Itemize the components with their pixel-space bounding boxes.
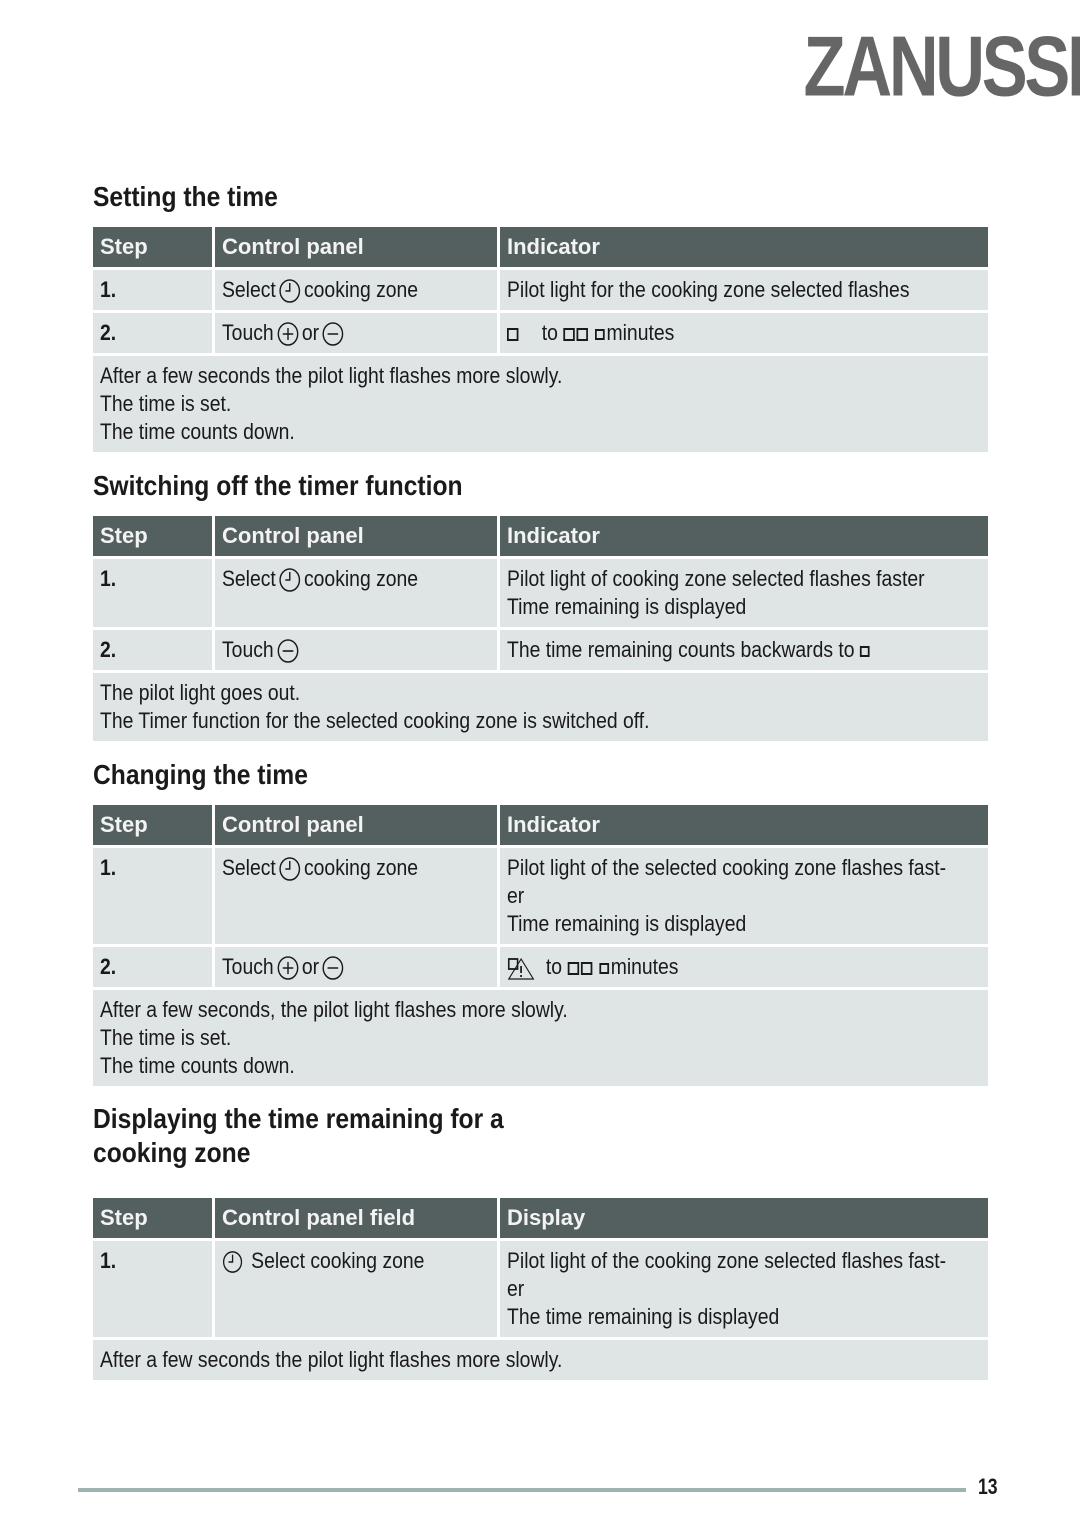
plus-icon: [276, 321, 299, 347]
step-number: 1.: [93, 556, 215, 627]
display-digit-icon: [576, 327, 588, 341]
warning-digit-icon: [507, 958, 535, 980]
minus-icon: [322, 321, 345, 347]
column-header-indicator: Indicator: [500, 516, 988, 556]
section-displaying-time-remaining: Displaying the time remaining for a cooki…: [93, 1102, 988, 1380]
control-cell: Select cooking zone: [215, 845, 500, 944]
indicator-cell: to minutes: [500, 310, 988, 354]
table-row: 1. Select cooking zone Pilot light for th…: [93, 267, 988, 311]
timer-icon: [278, 856, 301, 882]
table-row: 2. Touch The time remaining counts backw…: [93, 627, 988, 671]
table-row: 2. Touch or to minutes: [93, 310, 988, 354]
table-note-row: After a few seconds the pilot light flas…: [93, 353, 988, 453]
column-header-step: Step: [93, 516, 215, 556]
timer-icon: [278, 567, 301, 593]
note-cell: The pilot light goes out. The Timer func…: [93, 670, 988, 742]
section-switching-off-timer: Switching off the timer function Step Co…: [93, 469, 988, 742]
column-header-indicator: Indicator: [500, 805, 988, 845]
control-cell: Touch or: [215, 310, 500, 354]
timer-icon: [278, 278, 301, 304]
step-number: 1.: [93, 267, 215, 311]
section-title: Displaying the time remaining for a cooki…: [93, 1103, 504, 1168]
indicator-cell: Pilot light for the cooking zone selecte…: [500, 267, 988, 311]
column-header-step: Step: [93, 805, 215, 845]
footer-rule: [78, 1488, 966, 1492]
section-title: Setting the time: [93, 181, 278, 212]
display-digit-icon: [580, 961, 593, 975]
step-number: 1.: [93, 1238, 215, 1337]
page-number: 13: [978, 1474, 998, 1499]
indicator-cell: Pilot light of the cooking zone selected…: [500, 1238, 988, 1337]
table-row: 2. Touch or to minutes: [93, 944, 988, 988]
step-number: 2.: [93, 627, 215, 671]
steps-table: Step Control panel Indicator 1. Select co…: [93, 805, 988, 1087]
minus-icon: [322, 955, 345, 981]
minus-icon: [276, 638, 299, 664]
table-note-row: The pilot light goes out. The Timer func…: [93, 670, 988, 742]
section-setting-the-time: Setting the time Step Control panel Indi…: [93, 180, 988, 453]
step-number: 2.: [93, 310, 215, 354]
indicator-cell: to minutes: [500, 944, 988, 988]
display-digit-icon: [563, 327, 575, 341]
steps-table: Step Control panel Indicator 1. Select co…: [93, 227, 988, 453]
table-header-row: Step Control panel Indicator: [93, 227, 988, 267]
section-title: Changing the time: [93, 759, 308, 790]
table-row: 1. Select cooking zone Pilot light of coo…: [93, 556, 988, 627]
column-header-control-panel: Control panel: [215, 516, 500, 556]
note-cell: After a few seconds the pilot light flas…: [93, 353, 988, 453]
control-cell: Touch: [215, 627, 500, 671]
table-header-row: Step Control panel Indicator: [93, 516, 988, 556]
column-header-control-panel: Control panel: [215, 805, 500, 845]
table-header-row: Step Control panel Indicator: [93, 805, 988, 845]
timer-icon: [222, 1250, 243, 1274]
table-note-row: After a few seconds, the pilot light fla…: [93, 987, 988, 1087]
indicator-cell: Pilot light of cooking zone selected fla…: [500, 556, 988, 627]
control-cell: Touch or: [215, 944, 500, 988]
steps-table: Step Control panel Indicator 1. Select co…: [93, 516, 988, 742]
indicator-cell: Pilot light of the selected cooking zone…: [500, 845, 988, 944]
table-header-row: Step Control panel field Display: [93, 1198, 988, 1238]
steps-table: Step Control panel field Display 1. Sele…: [93, 1198, 988, 1380]
display-digit-icon: [599, 962, 609, 974]
column-header-display: Display: [500, 1198, 988, 1238]
display-digit-icon: [567, 961, 579, 975]
column-header-control-panel: Control panel: [215, 227, 500, 267]
indicator-cell: The time remaining counts backwards to: [500, 627, 988, 671]
note-cell: After a few seconds the pilot light flas…: [93, 1337, 988, 1380]
table-note-row: After a few seconds the pilot light flas…: [93, 1337, 988, 1380]
table-row: 1. Select cooking zone Pilot light of the…: [93, 845, 988, 944]
display-digit-icon: [507, 327, 519, 341]
step-number: 2.: [93, 944, 215, 988]
display-digit-icon: [595, 328, 605, 340]
table-row: 1. Select cooking zone Pilot light of th…: [93, 1238, 988, 1337]
control-cell: Select cooking zone: [215, 556, 500, 627]
section-title: Switching off the timer function: [93, 470, 463, 501]
plus-icon: [276, 955, 299, 981]
column-header-indicator: Indicator: [500, 227, 988, 267]
control-cell: Select cooking zone: [215, 267, 500, 311]
step-number: 1.: [93, 845, 215, 944]
section-changing-the-time: Changing the time Step Control panel Ind…: [93, 758, 988, 1087]
zanussi-logo: ZANUSSI: [803, 17, 1080, 114]
note-cell: After a few seconds, the pilot light fla…: [93, 987, 988, 1087]
column-header-control-panel-field: Control panel field: [215, 1198, 500, 1238]
control-cell: Select cooking zone: [215, 1238, 500, 1337]
column-header-step: Step: [93, 1198, 215, 1238]
display-digit-icon: [859, 645, 870, 657]
column-header-step: Step: [93, 227, 215, 267]
